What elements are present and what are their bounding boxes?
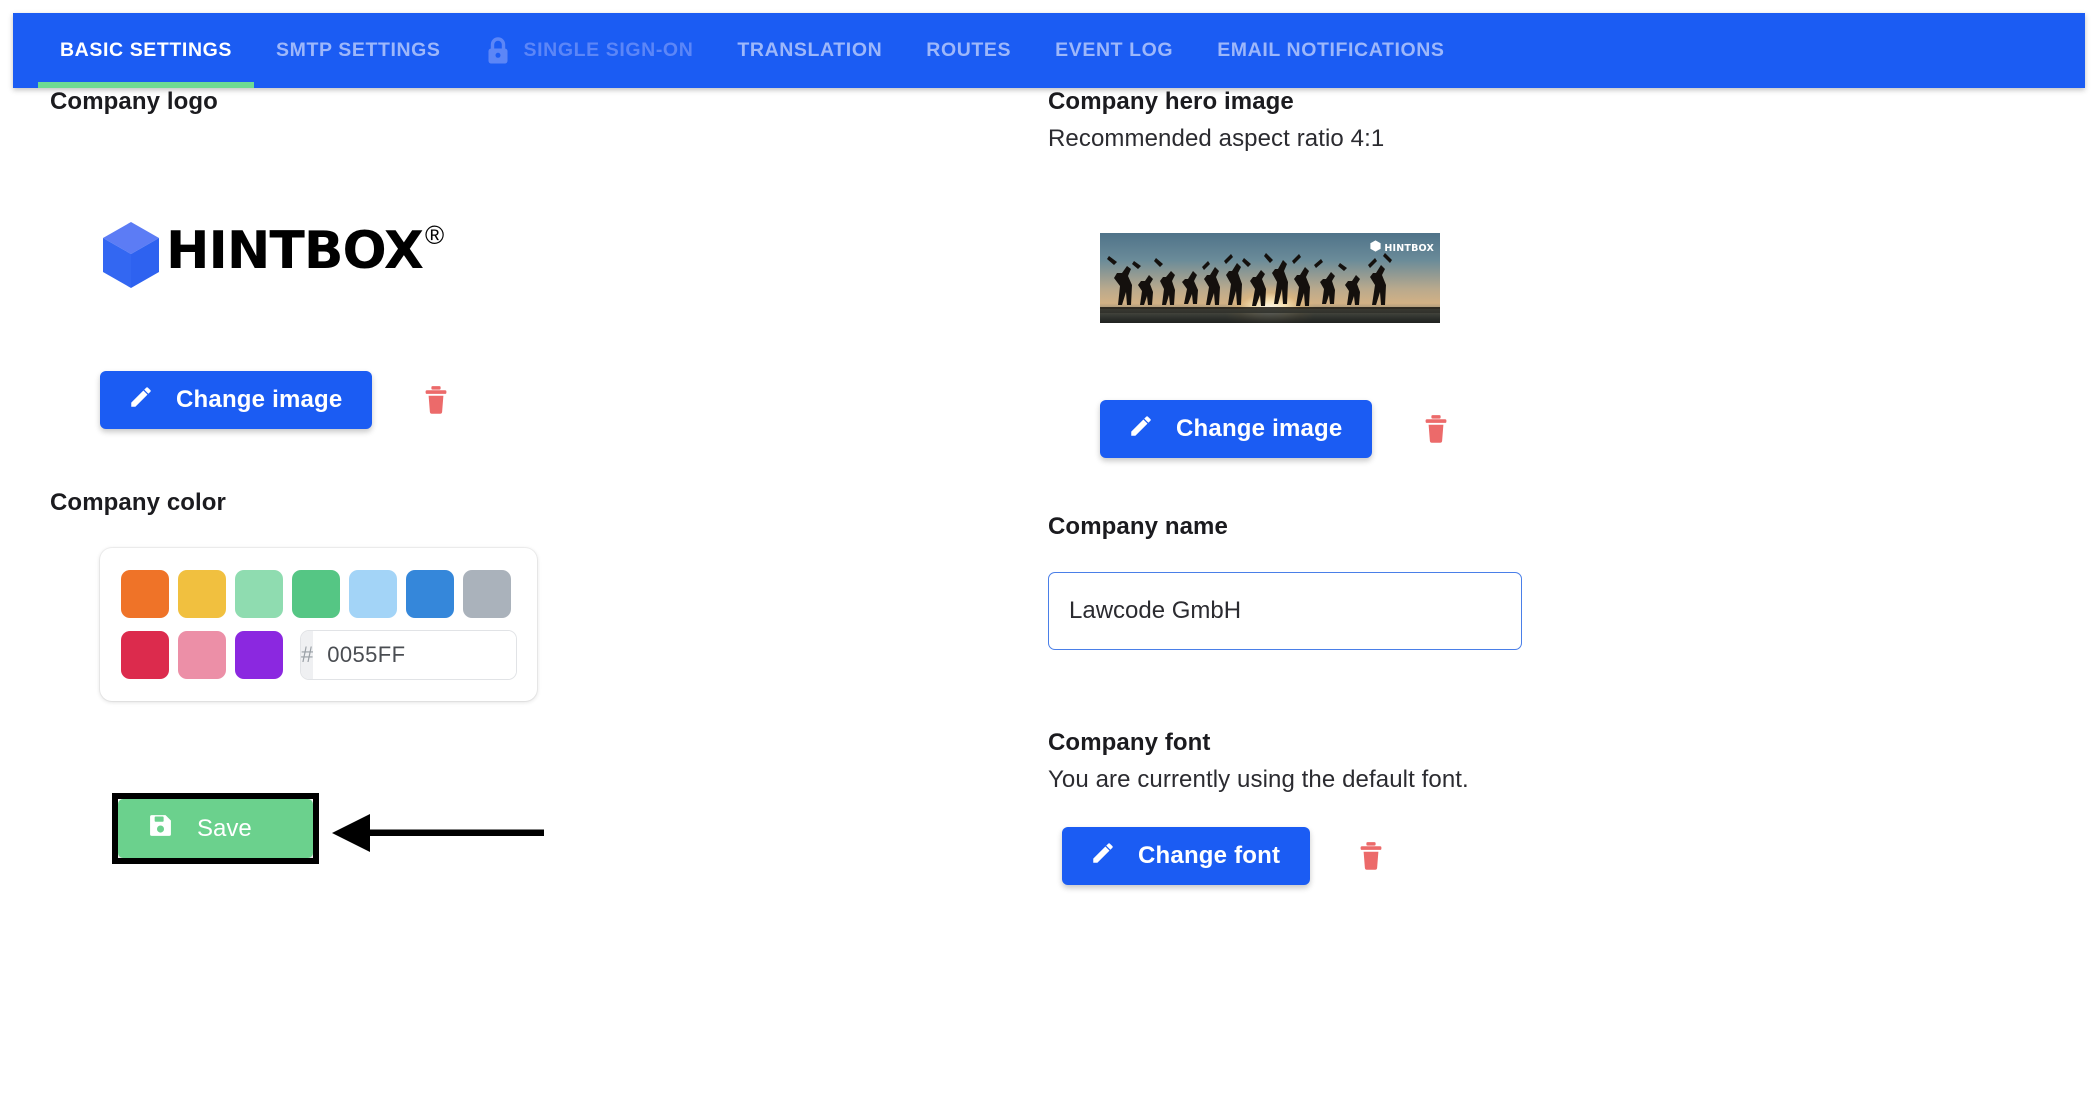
tab-label: EVENT LOG bbox=[1055, 39, 1174, 61]
tab-basic-settings[interactable]: BASIC SETTINGS bbox=[38, 13, 254, 88]
company-hero-subtitle: Recommended aspect ratio 4:1 bbox=[1048, 125, 1385, 152]
logo-actions: Change image bbox=[50, 371, 1040, 429]
floppy-disk-icon bbox=[148, 813, 173, 845]
hero-ground bbox=[1100, 309, 1440, 323]
settings-tab-bar: BASIC SETTINGS SMTP SETTINGS SINGLE SIGN… bbox=[13, 13, 2085, 88]
color-swatch-green[interactable] bbox=[292, 570, 340, 618]
color-swatch-red[interactable] bbox=[121, 631, 169, 679]
tab-smtp-settings[interactable]: SMTP SETTINGS bbox=[254, 13, 463, 88]
color-swatch-orange[interactable] bbox=[121, 570, 169, 618]
delete-hero-button[interactable] bbox=[1417, 408, 1455, 450]
hero-actions: Change image bbox=[1048, 400, 2048, 458]
tab-label: TRANSLATION bbox=[737, 39, 883, 61]
right-column: Company hero image Recommended aspect ra… bbox=[1048, 88, 2048, 885]
company-name-title: Company name bbox=[1048, 513, 1228, 540]
lock-icon bbox=[485, 36, 511, 66]
color-swatch-pink[interactable] bbox=[178, 631, 226, 679]
hex-color-field[interactable]: # bbox=[301, 631, 516, 679]
delete-logo-button[interactable] bbox=[417, 379, 455, 421]
change-logo-image-button[interactable]: Change image bbox=[100, 371, 373, 429]
pencil-icon bbox=[1128, 413, 1154, 446]
company-logo-preview: HINTBOX ® bbox=[50, 199, 1040, 311]
tab-label: ROUTES bbox=[926, 39, 1012, 61]
save-button-label: Save bbox=[197, 814, 252, 842]
company-font-title: Company font bbox=[1048, 729, 1211, 756]
save-button[interactable]: Save bbox=[118, 799, 313, 858]
hero-image: HINTBOX bbox=[1100, 233, 1440, 323]
tab-routes[interactable]: ROUTES bbox=[904, 13, 1033, 88]
change-logo-image-label: Change image bbox=[176, 386, 343, 413]
color-swatch-blue[interactable] bbox=[406, 570, 454, 618]
color-swatch-yellow[interactable] bbox=[178, 570, 226, 618]
company-hero-title: Company hero image bbox=[1048, 88, 1294, 115]
hero-watermark: HINTBOX bbox=[1370, 239, 1434, 257]
change-hero-image-label: Change image bbox=[1176, 415, 1343, 442]
company-font-subtitle: You are currently using the default font… bbox=[1048, 766, 1469, 793]
tab-label: SINGLE SIGN-ON bbox=[523, 39, 694, 61]
company-color-title: Company color bbox=[50, 489, 226, 516]
color-swatch-row-1 bbox=[121, 570, 516, 618]
tab-translation[interactable]: TRANSLATION bbox=[715, 13, 904, 88]
left-column: Company logo HINTBOX ® Change image Comp… bbox=[50, 88, 1040, 899]
pointer-arrow-annotation bbox=[332, 814, 544, 852]
hero-silhouettes bbox=[1100, 253, 1440, 313]
settings-content: Company logo HINTBOX ® Change image Comp… bbox=[0, 88, 2098, 1100]
tab-label: EMAIL NOTIFICATIONS bbox=[1217, 39, 1445, 61]
cube-icon bbox=[100, 220, 162, 290]
color-swatch-row-2: # bbox=[121, 631, 516, 679]
tab-event-log[interactable]: EVENT LOG bbox=[1033, 13, 1195, 88]
trash-icon bbox=[1423, 415, 1449, 447]
save-annotation-zone: Save bbox=[50, 779, 1040, 899]
tab-label: BASIC SETTINGS bbox=[60, 39, 232, 61]
logo-wordmark: HINTBOX bbox=[166, 221, 424, 281]
tab-label: SMTP SETTINGS bbox=[276, 39, 441, 61]
color-swatch-light-blue[interactable] bbox=[349, 570, 397, 618]
change-hero-image-button[interactable]: Change image bbox=[1100, 400, 1373, 458]
trash-icon bbox=[1358, 842, 1384, 874]
change-font-button[interactable]: Change font bbox=[1062, 827, 1311, 885]
hintbox-logo: HINTBOX ® bbox=[100, 220, 444, 290]
hex-prefix: # bbox=[301, 631, 314, 679]
trash-icon bbox=[423, 386, 449, 418]
delete-font-button[interactable] bbox=[1352, 835, 1390, 877]
color-picker-card: # bbox=[100, 548, 537, 701]
tab-single-sign-on[interactable]: SINGLE SIGN-ON bbox=[463, 13, 716, 88]
font-actions: Change font bbox=[1048, 827, 2048, 885]
color-swatch-gray[interactable] bbox=[463, 570, 511, 618]
color-swatch-mint[interactable] bbox=[235, 570, 283, 618]
company-name-input[interactable] bbox=[1048, 572, 1522, 650]
hex-color-input[interactable] bbox=[313, 631, 516, 679]
tab-email-notifications[interactable]: EMAIL NOTIFICATIONS bbox=[1195, 13, 1466, 88]
hero-watermark-text: HINTBOX bbox=[1384, 242, 1434, 254]
change-font-label: Change font bbox=[1138, 842, 1281, 869]
company-logo-title: Company logo bbox=[50, 88, 218, 115]
hexagon-icon bbox=[1370, 239, 1381, 257]
pencil-icon bbox=[1090, 840, 1116, 873]
pencil-icon bbox=[128, 384, 154, 417]
color-swatch-purple[interactable] bbox=[235, 631, 283, 679]
company-hero-preview: HINTBOX bbox=[1048, 233, 2048, 348]
registered-trademark-icon: ® bbox=[424, 220, 445, 250]
